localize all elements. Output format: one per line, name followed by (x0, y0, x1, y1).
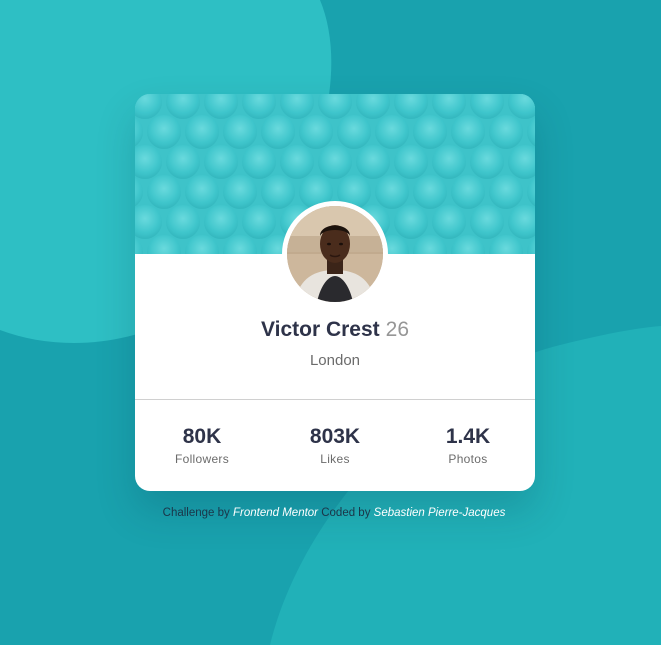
stat-value: 803K (309, 425, 361, 448)
profile-photo-icon (287, 206, 383, 302)
avatar (287, 206, 383, 302)
bubble-decoration (432, 145, 466, 179)
stat-label: Likes (320, 452, 350, 466)
profile-name: Victor Crest (260, 318, 380, 341)
bubble-decoration (242, 205, 276, 239)
bubble-decoration (166, 145, 200, 179)
stat-photos: 1.4K Photos (401, 424, 535, 467)
bubble-decoration (470, 205, 504, 239)
attribution-challenge-prefix: Challenge by (162, 507, 230, 519)
frontend-mentor-link[interactable]: Frontend Mentor (233, 507, 318, 519)
bubble-decoration (413, 115, 447, 149)
stat-label: Followers (174, 452, 230, 466)
attribution: Challenge by Frontend Mentor Coded by Se… (0, 505, 661, 521)
bubble-decoration (432, 205, 466, 239)
bubble-decoration (147, 115, 181, 149)
attribution-coded-prefix: Coded by (321, 507, 371, 519)
stat-followers: 80K Followers (135, 424, 269, 467)
bubble-decoration (489, 175, 523, 209)
bubble-decoration (223, 115, 257, 149)
bubble-decoration (375, 175, 409, 209)
bubble-decoration (299, 115, 333, 149)
bubble-decoration (413, 175, 447, 209)
bubble-decoration (451, 115, 485, 149)
profile-name-line: Victor Crest 26 (135, 316, 535, 344)
bubble-decoration (261, 115, 295, 149)
bubble-decoration (318, 145, 352, 179)
bubble-decoration (356, 145, 390, 179)
bubble-decoration (204, 205, 238, 239)
bubble-decoration (166, 205, 200, 239)
bubble-decoration (337, 115, 371, 149)
bubble-decoration (261, 175, 295, 209)
author-link[interactable]: Sebastien Pierre-Jacques (374, 507, 506, 519)
profile-city: London (309, 352, 361, 369)
profile-card: Victor Crest 26 London 80K Followers 803K… (135, 94, 535, 491)
stat-value: 1.4K (445, 425, 491, 448)
bubble-decoration (375, 115, 409, 149)
profile-age: 26 (385, 318, 410, 341)
bubble-decoration (394, 145, 428, 179)
bubble-decoration (489, 115, 523, 149)
bubble-decoration (394, 205, 428, 239)
bubble-decoration (185, 175, 219, 209)
bubble-decoration (185, 115, 219, 149)
bubble-decoration (147, 175, 181, 209)
bubble-decoration (242, 145, 276, 179)
bubble-decoration (280, 145, 314, 179)
bubble-decoration (470, 145, 504, 179)
bubble-decoration (204, 145, 238, 179)
bubble-decoration (451, 175, 485, 209)
stat-likes: 803K Likes (268, 424, 402, 467)
stat-value: 80K (182, 425, 222, 448)
avatar-frame (282, 201, 388, 307)
card-divider (135, 399, 535, 400)
bubble-decoration (223, 175, 257, 209)
stat-label: Photos (448, 452, 488, 466)
